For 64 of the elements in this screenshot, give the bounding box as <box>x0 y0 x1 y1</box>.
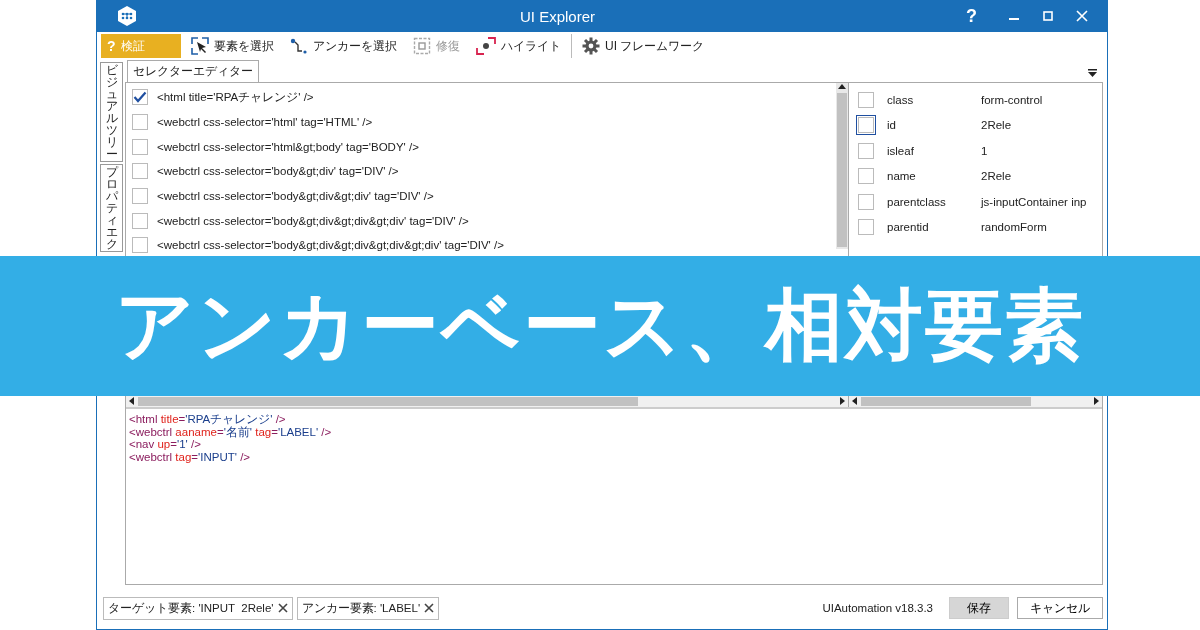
window-title: UI Explorer <box>519 7 596 25</box>
property-value: randomForm <box>981 221 1047 234</box>
property-value: 1 <box>981 144 988 157</box>
checkbox[interactable] <box>132 89 148 106</box>
select-anchor-button[interactable]: アンカーを選択 <box>284 34 403 58</box>
property-value: 2Rele <box>981 119 1012 132</box>
remove-icon[interactable] <box>277 603 288 613</box>
selector-text: <webctrl css-selector='body&gt;div' tag='DIV' /> <box>157 165 399 178</box>
selector-text: <webctrl css-selector='body&gt;div&gt;div&gt;div&gt;div' tag='DIV' /> <box>157 239 504 252</box>
property-value: 2Rele <box>981 170 1012 183</box>
checkbox[interactable] <box>132 212 148 229</box>
checkbox[interactable] <box>858 142 874 159</box>
maximize-icon[interactable] <box>1042 10 1054 22</box>
banner-heading: アンカーベース、相対要素 <box>115 278 1085 372</box>
cancel-button[interactable]: キャンセル <box>1017 597 1103 619</box>
checkbox[interactable] <box>132 114 148 131</box>
selector-text: <html title='RPAチャレンジ' /> <box>157 89 314 105</box>
property-name: id <box>886 119 897 132</box>
checkbox[interactable] <box>132 188 148 205</box>
side-tab[interactable]: プロパティエク <box>100 164 123 252</box>
vertical-scrollbar[interactable] <box>836 83 848 249</box>
property-name: name <box>886 170 917 183</box>
remove-icon[interactable] <box>424 603 435 613</box>
code-line: <html title='RPAチャレンジ' /> <box>129 413 287 426</box>
checkbox[interactable] <box>858 193 874 210</box>
cursor-icon <box>191 37 209 55</box>
tab[interactable]: セレクターエディター <box>127 60 259 82</box>
property-value: form-control <box>981 93 1043 106</box>
help-button[interactable]: ? <box>966 5 977 27</box>
highlight-button[interactable]: ハイライト <box>470 34 567 58</box>
frame-icon <box>413 37 431 55</box>
property-name: parentclass <box>886 195 947 208</box>
checkbox[interactable] <box>858 168 874 185</box>
app-logo-icon <box>116 5 138 27</box>
selector-text: <webctrl css-selector='html&gt;body' tag='BODY' /> <box>157 140 419 153</box>
property-name: isleaf <box>886 144 915 157</box>
selector-text: <webctrl css-selector='html' tag='HTML' /> <box>157 116 373 129</box>
checkbox[interactable] <box>132 163 148 180</box>
close-icon[interactable] <box>1076 10 1088 22</box>
selector-editor[interactable]: <html title='RPAチャレンジ' /> <webctrl aaname='名前' tag='LABEL' /> <nav up='1' /> <webctrl tag='INPUT' /> <box>126 409 1102 584</box>
chip-label: アンカー要素: 'LABEL' <box>301 600 421 616</box>
checkbox[interactable] <box>858 91 874 108</box>
anchor-link-icon <box>290 37 308 55</box>
save-button[interactable]: 保存 <box>949 597 1009 619</box>
checkbox[interactable] <box>132 237 148 254</box>
property-name: class <box>886 93 915 106</box>
property-name: parentid <box>886 221 930 234</box>
code-line: <webctrl tag='INPUT' /> <box>129 450 252 463</box>
code-line: <webctrl aaname='名前' tag='LABEL' /> <box>129 425 333 438</box>
gear-icon <box>582 37 600 55</box>
checkbox[interactable] <box>858 219 874 236</box>
selector-text: <webctrl css-selector='body&gt;div&gt;div' tag='DIV' /> <box>157 190 434 203</box>
scroll-up-icon[interactable] <box>838 83 846 91</box>
ui-framework-button[interactable]: UI フレームワーク <box>576 34 711 58</box>
highlight-icon <box>476 37 496 55</box>
property-value: js-inputContainer inp <box>981 195 1087 208</box>
chip-label: ターゲット要素: 'INPUT 2Rele' <box>108 600 274 616</box>
overflow-menu-icon[interactable] <box>1088 69 1097 77</box>
code-line: <nav up='1' /> <box>129 438 202 451</box>
checkbox[interactable] <box>132 138 148 155</box>
side-tab[interactable]: ビジュアルツリー <box>100 62 123 162</box>
select-element-button[interactable]: 要素を選択 <box>185 34 280 58</box>
selector-text: <webctrl css-selector='body&gt;div&gt;div&gt;div' tag='DIV' /> <box>157 214 469 227</box>
version-label: UIAutomation v18.3.3 <box>822 602 933 614</box>
